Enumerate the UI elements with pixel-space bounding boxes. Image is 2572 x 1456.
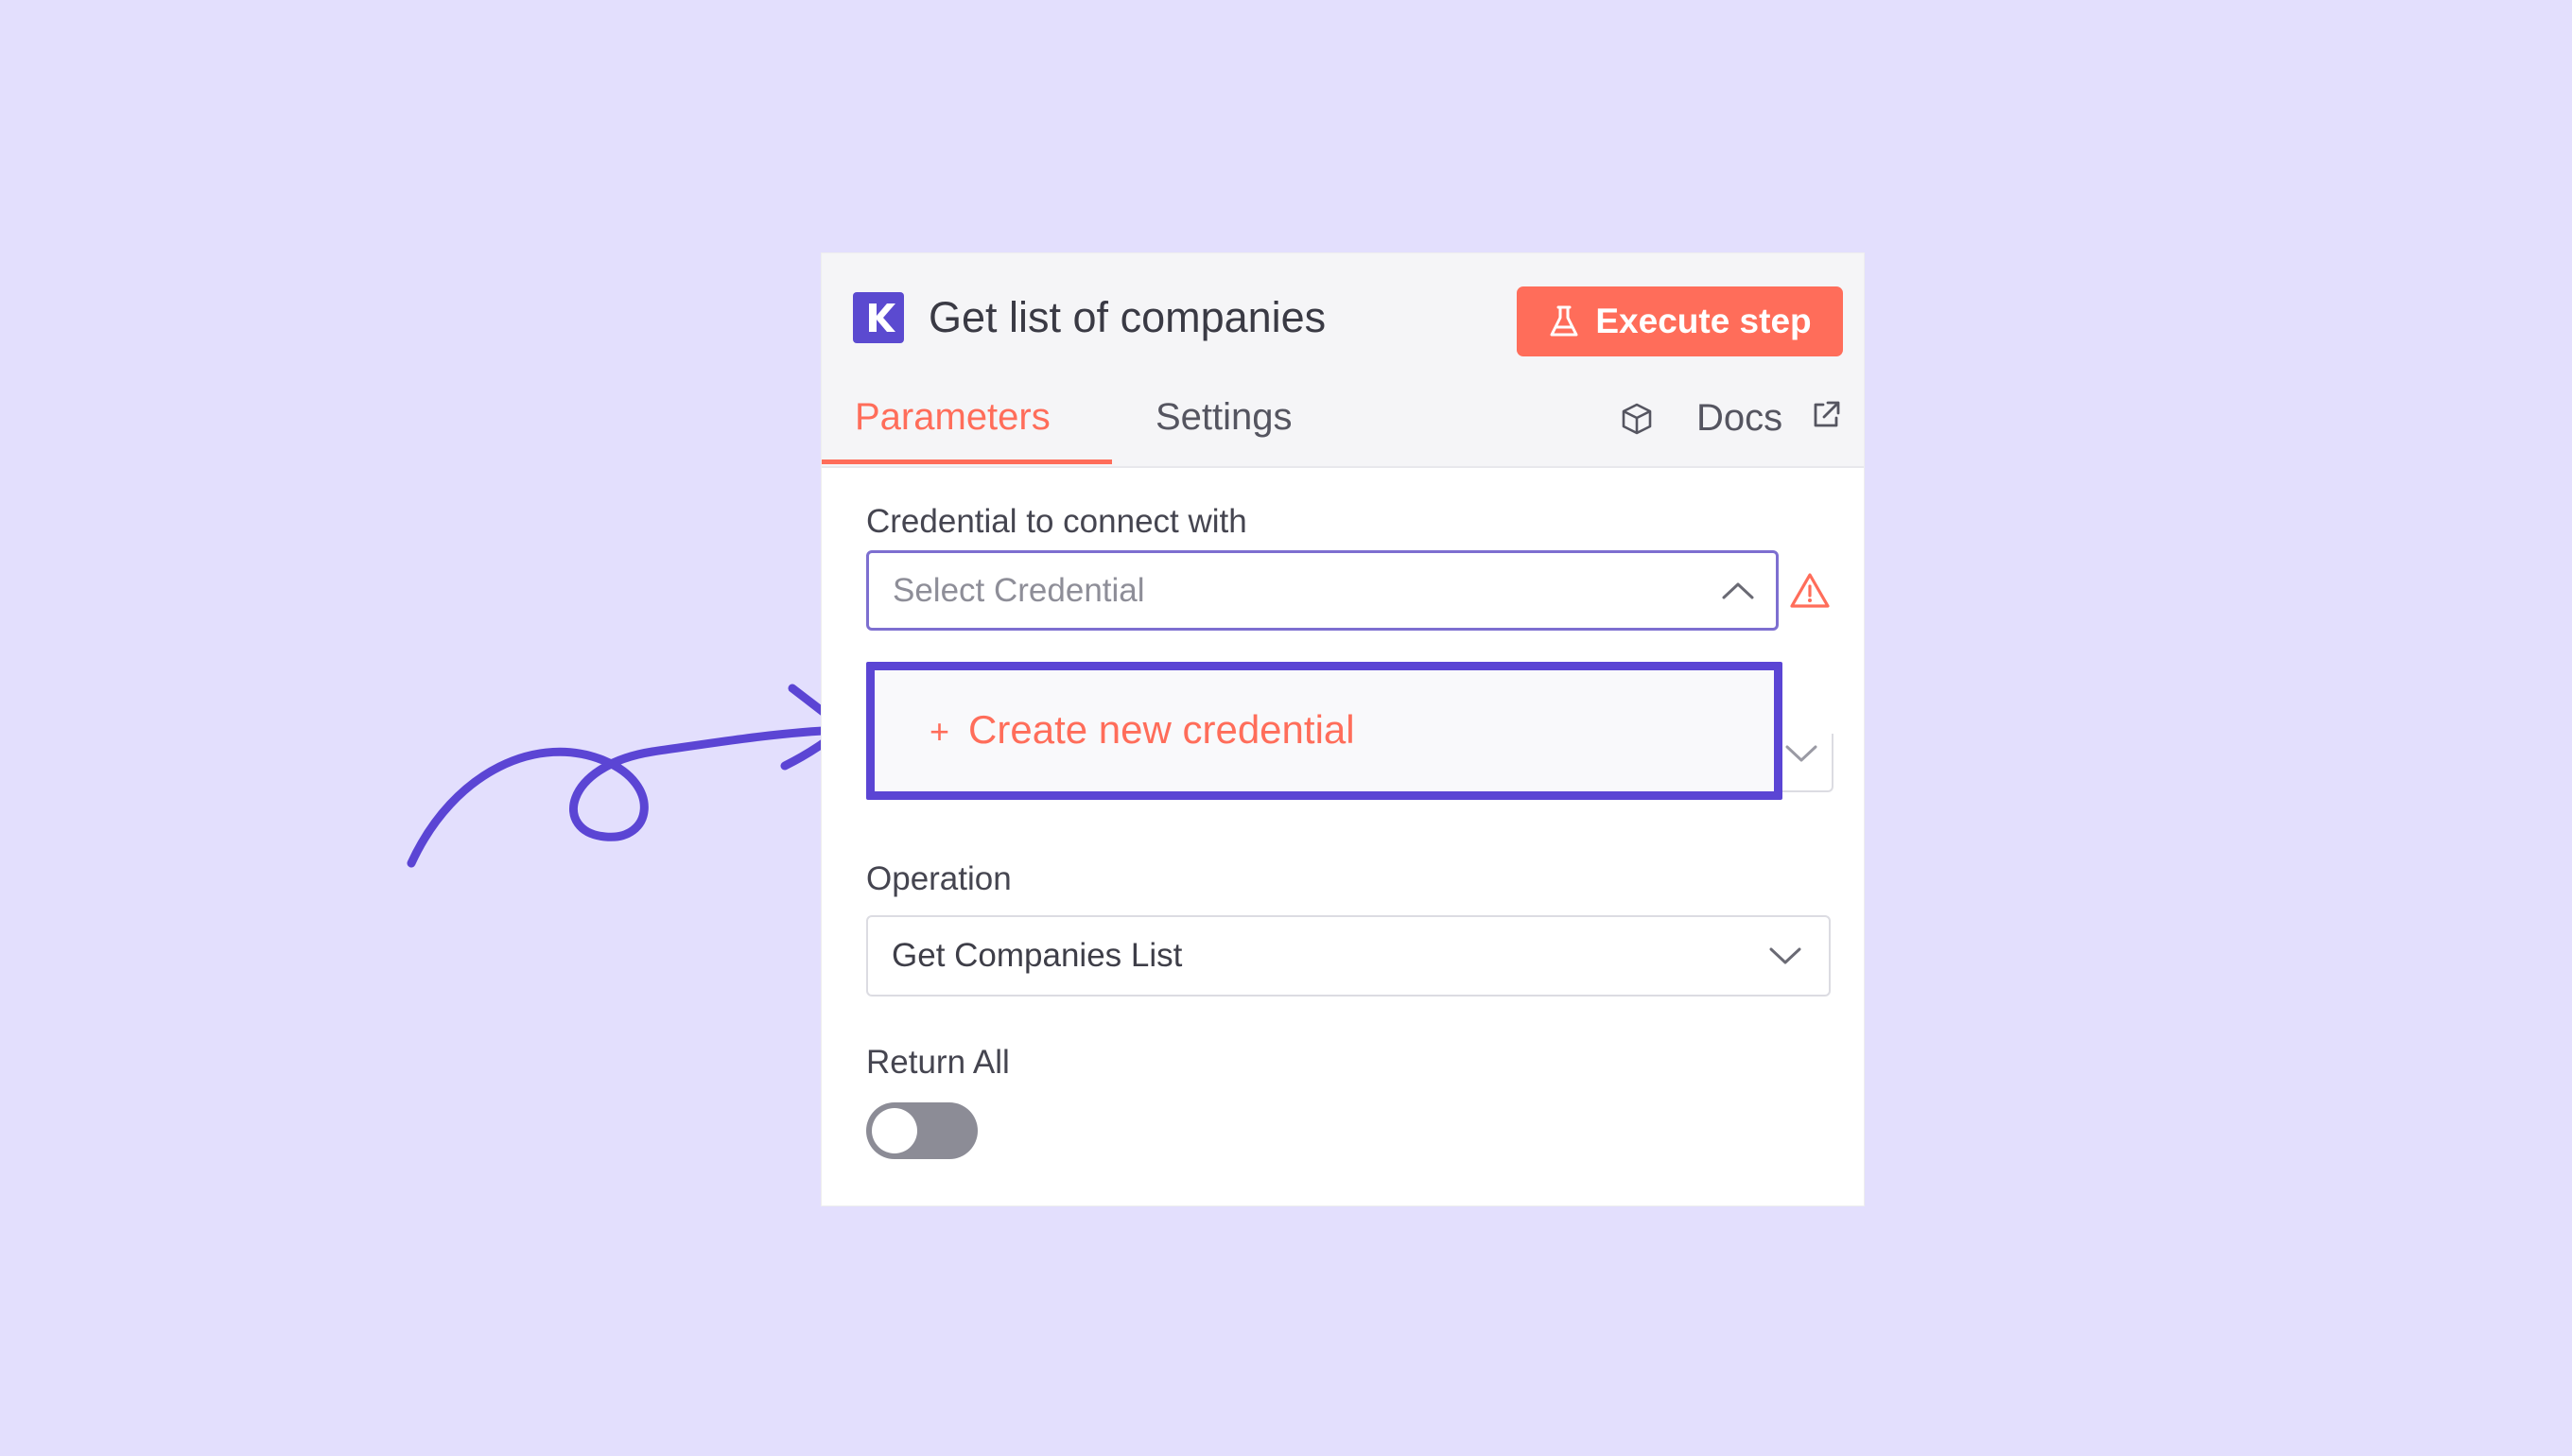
operation-select[interactable]: Get Companies List (866, 915, 1831, 997)
toggle-knob (872, 1108, 917, 1153)
credential-placeholder: Select Credential (893, 572, 1145, 609)
credential-label: Credential to connect with (866, 503, 1247, 540)
return-all-toggle[interactable] (866, 1102, 978, 1159)
operation-value: Get Companies List (892, 937, 1183, 974)
execute-step-button[interactable]: Execute step (1517, 286, 1843, 356)
panel-header: Get list of companies Execute step Param… (822, 253, 1864, 468)
create-credential-text: + Create new credential (930, 703, 1355, 758)
chevron-down-icon (1769, 947, 1801, 964)
plus-icon: + (930, 712, 950, 751)
operation-label: Operation (866, 860, 1012, 897)
credential-select[interactable]: Select Credential (866, 550, 1779, 631)
docs-link[interactable]: Docs (1696, 394, 1782, 442)
active-tab-indicator (822, 459, 1112, 464)
cube-icon[interactable] (1620, 402, 1654, 436)
create-credential-option[interactable]: + Create new credential (866, 662, 1782, 800)
annotation-arrow (407, 684, 848, 868)
chevron-up-icon (1722, 582, 1754, 599)
chevron-down-icon (1785, 745, 1817, 762)
warning-triangle-icon (1790, 573, 1830, 608)
create-credential-label: Create new credential (968, 707, 1355, 752)
tab-settings[interactable]: Settings (1156, 393, 1293, 465)
k-logo-icon (853, 292, 904, 343)
execute-step-label: Execute step (1595, 302, 1812, 340)
flask-icon (1550, 305, 1578, 337)
tab-parameters[interactable]: Parameters (855, 393, 1051, 465)
node-title: Get list of companies (929, 293, 1327, 341)
return-all-label: Return All (866, 1044, 1010, 1081)
external-link-icon[interactable] (1810, 399, 1842, 431)
